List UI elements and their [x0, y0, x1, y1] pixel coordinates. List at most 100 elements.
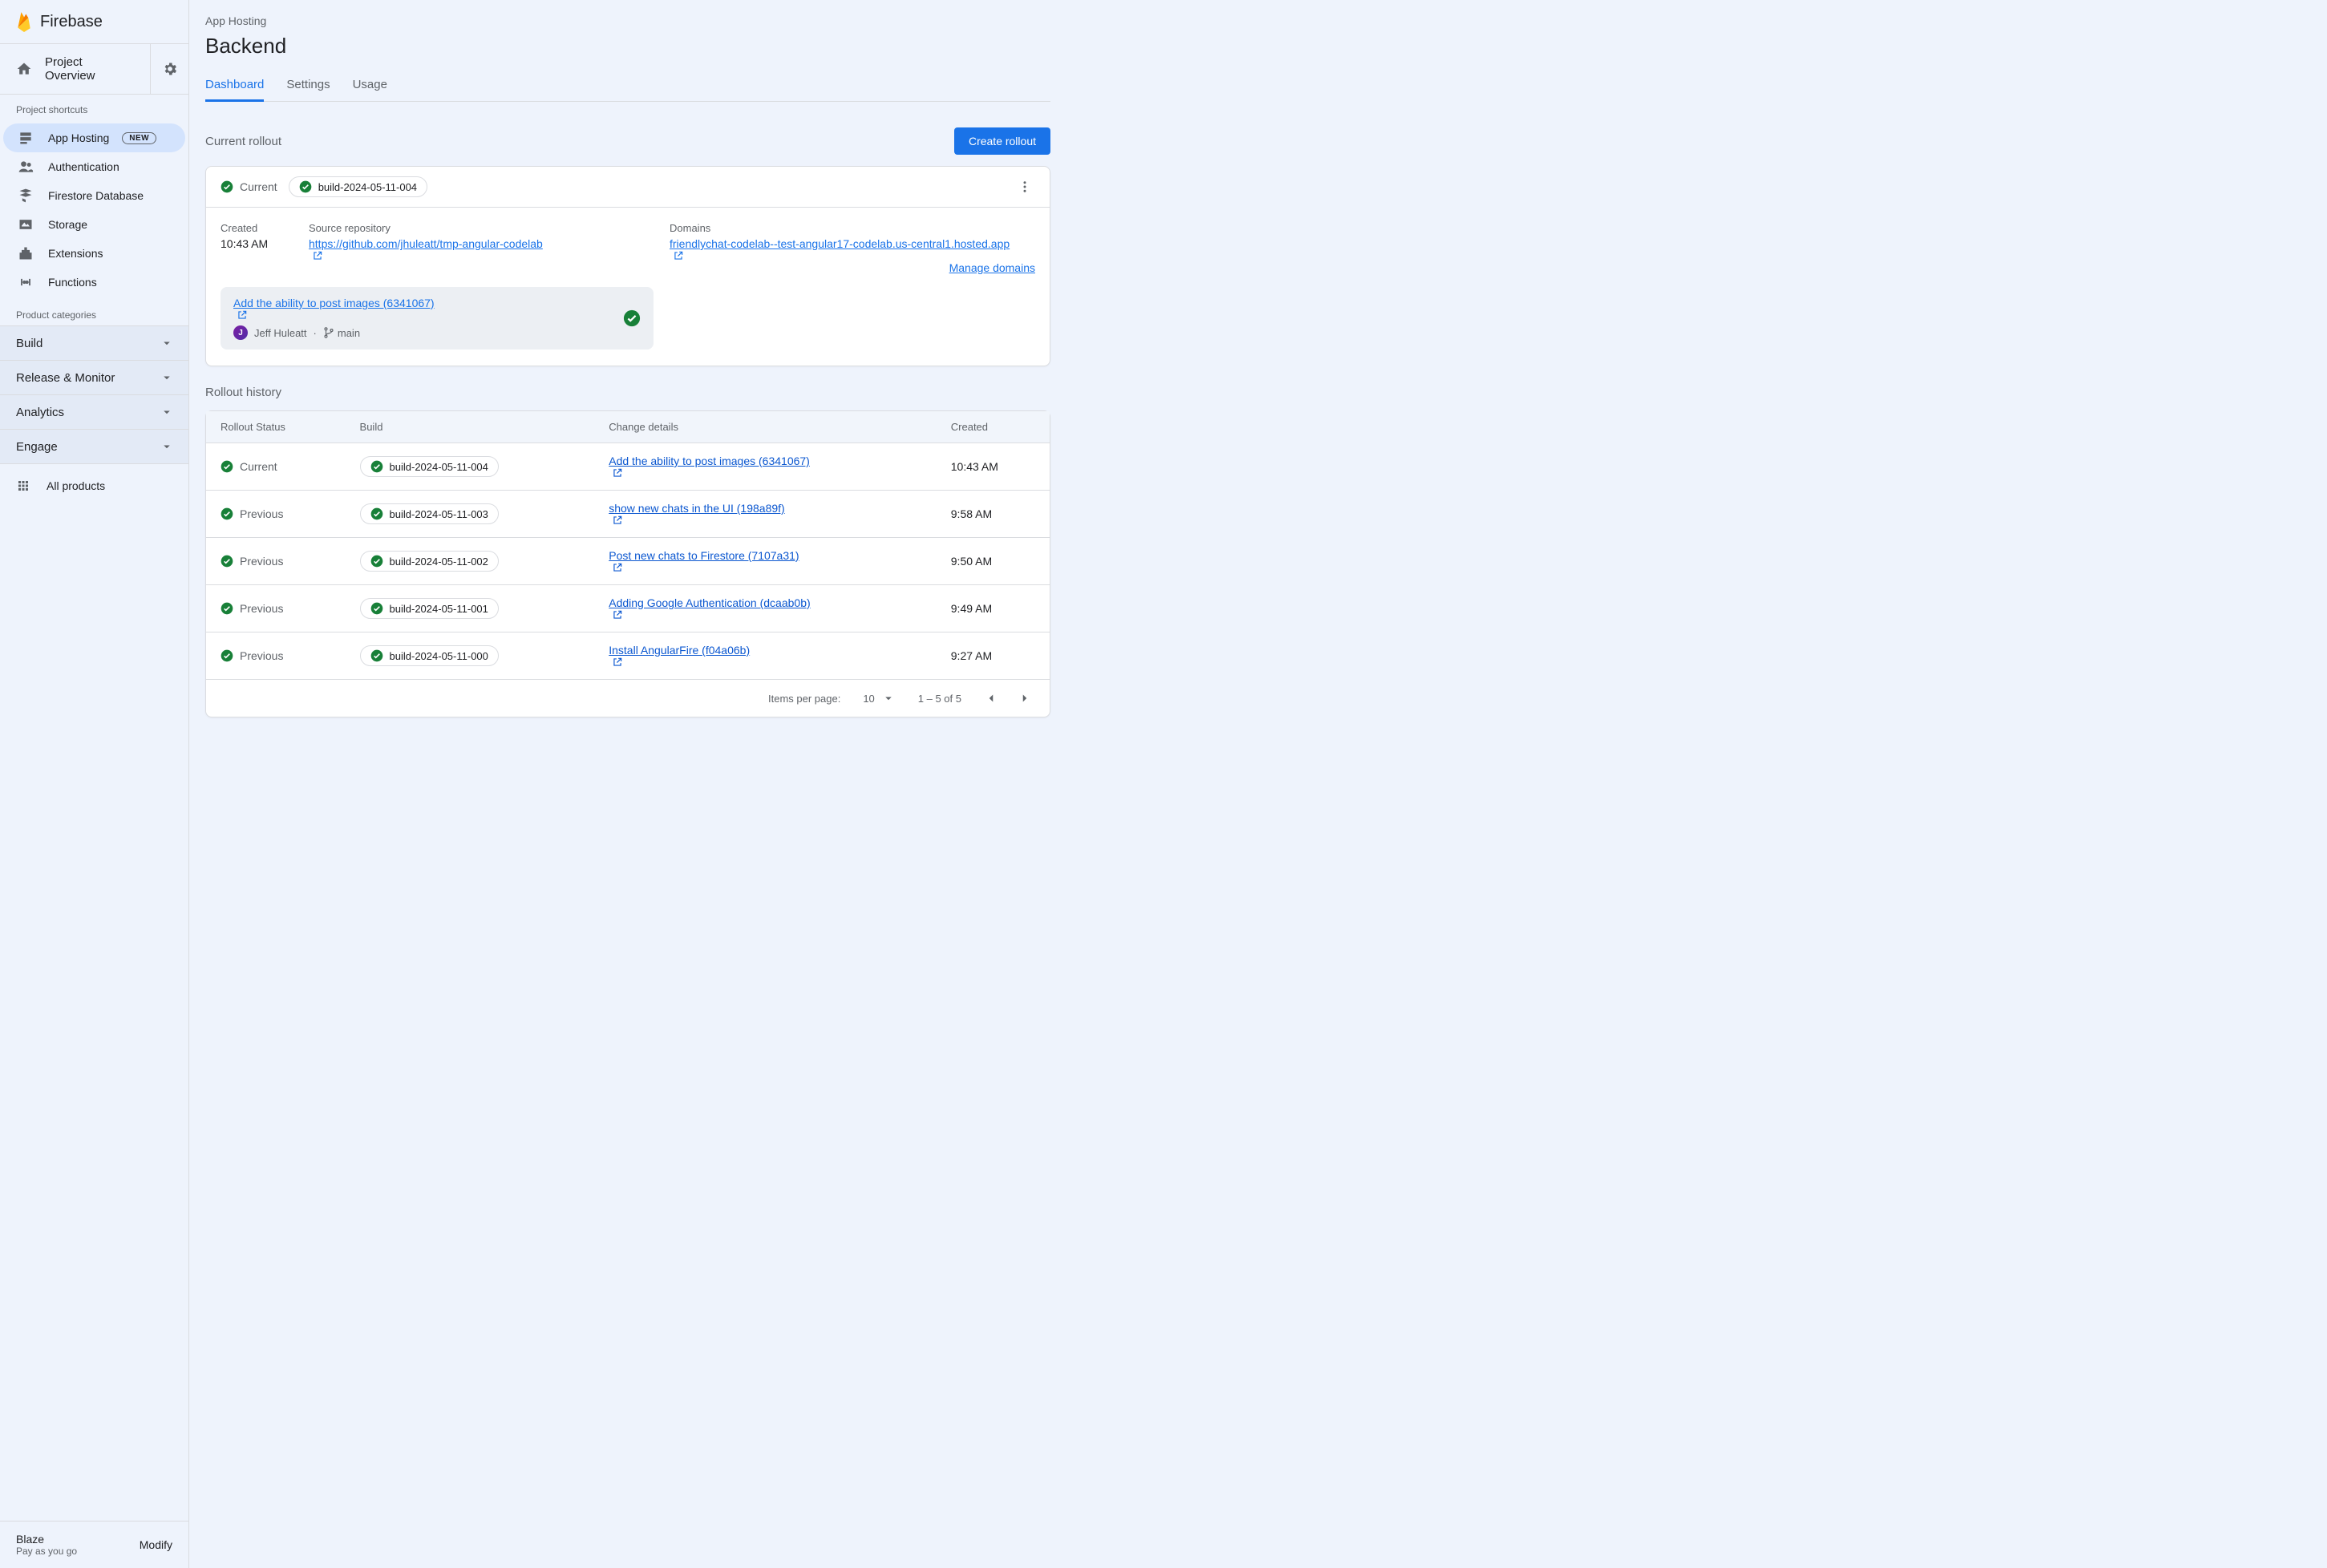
- column-header: Build: [346, 411, 595, 443]
- firestore-icon: [16, 188, 35, 204]
- change-details-link[interactable]: Install AngularFire (f04a06b): [609, 644, 922, 668]
- table-row: Previous build-2024-05-11-000 Install Angu…: [206, 632, 1050, 680]
- project-overview-link[interactable]: Project Overview: [0, 44, 150, 94]
- items-per-page-select[interactable]: 10: [863, 691, 895, 705]
- change-details-link[interactable]: Add the ability to post images (6341067): [609, 455, 922, 479]
- created-cell: 9:50 AM: [937, 538, 1050, 585]
- prev-page-button[interactable]: [984, 691, 998, 705]
- created-label: Created: [221, 222, 293, 234]
- column-header: Created: [937, 411, 1050, 443]
- main-content: App Hosting Backend DashboardSettingsUsa…: [189, 0, 1066, 733]
- table-pagination: Items per page: 10 1 – 5 of 5: [206, 679, 1050, 717]
- tabs-bar: Dashboard Settings Usage: [205, 70, 1050, 102]
- plan-name: Blaze: [16, 1533, 77, 1546]
- chevron-left-icon: [984, 691, 998, 705]
- build-chip[interactable]: build-2024-05-11-003: [360, 503, 499, 524]
- manage-domains-link[interactable]: Manage domains: [949, 261, 1035, 274]
- rollout-status: Previous: [221, 602, 331, 615]
- plan-sub: Pay as you go: [16, 1546, 77, 1557]
- chevron-right-icon: [1018, 691, 1032, 705]
- plan-modify-button[interactable]: Modify: [140, 1538, 172, 1551]
- tab-usage[interactable]: Usage: [353, 70, 387, 101]
- current-status-text: Current: [240, 180, 277, 193]
- external-link-icon: [673, 250, 684, 261]
- sidebar: Firebase Project Overview Project shortc…: [0, 0, 189, 1568]
- chevron-down-icon: [160, 405, 174, 419]
- category-analytics[interactable]: Analytics: [0, 395, 188, 430]
- sidebar-item-firestore-database[interactable]: Firestore Database: [3, 181, 185, 210]
- extensions-icon: [16, 245, 35, 261]
- domains-label: Domains: [670, 222, 1035, 234]
- category-release-monitor[interactable]: Release & Monitor: [0, 361, 188, 395]
- chevron-down-icon: [160, 439, 174, 454]
- sidebar-item-authentication[interactable]: Authentication: [3, 152, 185, 181]
- category-label: Analytics: [16, 406, 64, 419]
- author-avatar: J: [233, 325, 248, 340]
- tab-settings[interactable]: Settings: [286, 70, 330, 101]
- domain-link[interactable]: friendlychat-codelab--test-angular17-cod…: [670, 237, 1035, 261]
- table-row: Previous build-2024-05-11-002 Post new cha…: [206, 538, 1050, 585]
- column-header: Change details: [594, 411, 937, 443]
- change-details-link[interactable]: Post new chats to Firestore (7107a31): [609, 549, 922, 573]
- pagination-range: 1 – 5 of 5: [918, 693, 961, 705]
- build-chip[interactable]: build-2024-05-11-001: [360, 598, 499, 619]
- commit-branch: main: [323, 327, 360, 339]
- current-rollout-card: Current build-2024-05-11-004 Created 10:…: [205, 166, 1050, 366]
- change-details-link[interactable]: show new chats in the UI (198a89f): [609, 502, 922, 526]
- dropdown-caret-icon: [881, 691, 896, 705]
- created-cell: 9:27 AM: [937, 632, 1050, 680]
- created-value: 10:43 AM: [221, 237, 293, 250]
- rollout-history-table: Rollout StatusBuildChange detailsCreated…: [205, 410, 1050, 717]
- sidebar-item-functions[interactable]: Functions: [3, 268, 185, 297]
- category-build[interactable]: Build: [0, 325, 188, 361]
- sidebar-item-label: Storage: [48, 218, 87, 231]
- check-circle-icon: [221, 180, 233, 193]
- change-details-link[interactable]: Adding Google Authentication (dcaab0b): [609, 596, 922, 620]
- all-products-link[interactable]: All products: [0, 464, 188, 507]
- create-rollout-button[interactable]: Create rollout: [954, 127, 1050, 155]
- build-chip[interactable]: build-2024-05-11-002: [360, 551, 499, 572]
- build-chip[interactable]: build-2024-05-11-000: [360, 645, 499, 666]
- current-status-chip: Current: [221, 180, 277, 193]
- source-repo-link[interactable]: https://github.com/jhuleatt/tmp-angular-…: [309, 237, 654, 261]
- breadcrumb[interactable]: App Hosting: [205, 0, 1050, 27]
- category-engage[interactable]: Engage: [0, 430, 188, 464]
- build-chip[interactable]: build-2024-05-11-004: [360, 456, 499, 477]
- rollout-status: Previous: [221, 649, 331, 662]
- gear-icon: [162, 61, 178, 77]
- check-circle-icon: [623, 309, 641, 327]
- hosting-icon: [16, 130, 35, 146]
- categories-caption: Product categories: [0, 300, 188, 325]
- sidebar-item-label: Functions: [48, 276, 97, 289]
- sidebar-item-label: Extensions: [48, 247, 103, 260]
- category-label: Release & Monitor: [16, 371, 115, 385]
- items-per-page-label: Items per page:: [768, 693, 840, 705]
- commit-box: Add the ability to post images (6341067)…: [221, 287, 654, 350]
- table-row: Current build-2024-05-11-004 Add the abili…: [206, 443, 1050, 491]
- table-row: Previous build-2024-05-11-003 show new cha…: [206, 491, 1050, 538]
- logo-text: Firebase: [40, 13, 103, 31]
- rollout-status: Current: [221, 460, 331, 473]
- created-cell: 9:58 AM: [937, 491, 1050, 538]
- sidebar-item-label: Authentication: [48, 160, 119, 173]
- current-build-id: build-2024-05-11-004: [318, 181, 417, 193]
- logo[interactable]: Firebase: [0, 0, 188, 44]
- new-badge: NEW: [122, 132, 156, 144]
- current-build-chip[interactable]: build-2024-05-11-004: [289, 176, 427, 197]
- shortcuts-caption: Project shortcuts: [0, 95, 188, 120]
- tab-dashboard[interactable]: Dashboard: [205, 70, 264, 102]
- check-circle-icon: [299, 180, 312, 193]
- table-row: Previous build-2024-05-11-001 Adding Googl…: [206, 585, 1050, 632]
- apps-grid-icon: [16, 479, 30, 493]
- sidebar-item-app-hosting[interactable]: App HostingNEW: [3, 123, 185, 152]
- settings-gear-button[interactable]: [150, 44, 188, 94]
- rollout-status: Previous: [221, 507, 331, 520]
- sidebar-item-extensions[interactable]: Extensions: [3, 239, 185, 268]
- next-page-button[interactable]: [1018, 691, 1032, 705]
- category-label: Build: [16, 337, 42, 350]
- rollout-status: Previous: [221, 555, 331, 568]
- sidebar-item-storage[interactable]: Storage: [3, 210, 185, 239]
- commit-link[interactable]: Add the ability to post images (6341067): [233, 297, 612, 321]
- external-link-icon: [237, 309, 248, 321]
- card-overflow-menu[interactable]: [1014, 176, 1035, 197]
